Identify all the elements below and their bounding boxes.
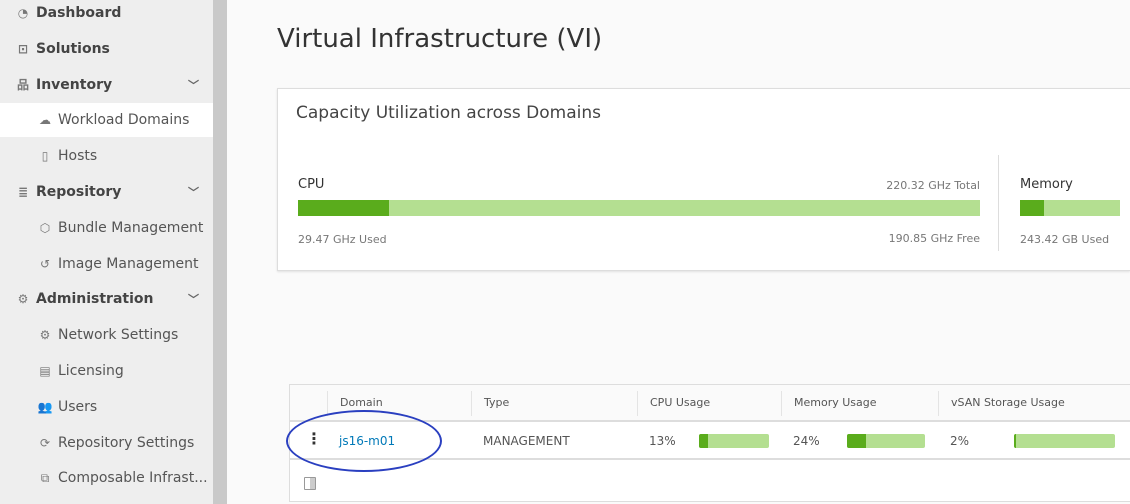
sidebar-item-image-management[interactable]: ↺ Image Management	[0, 247, 213, 281]
column-header-memory[interactable]: Memory Usage	[781, 391, 938, 416]
box-icon: ⬡	[39, 220, 51, 235]
sidebar-item-licensing[interactable]: ▤ Licensing	[0, 354, 213, 388]
solutions-icon: ⊡	[17, 41, 29, 56]
memory-usage-fill	[847, 434, 866, 448]
license-icon: ▤	[39, 364, 51, 378]
network-settings-icon: ⚙	[39, 328, 51, 343]
users-icon: 👥	[37, 399, 53, 414]
sidebar-item-label: Composable Infrast...	[58, 470, 208, 487]
memory-usage-value: 24%	[793, 434, 820, 448]
vsan-usage-bar	[1014, 434, 1115, 448]
chevron-down-icon[interactable]: ﹀	[188, 291, 199, 307]
sidebar-item-repository-settings[interactable]: ⟳ Repository Settings	[0, 426, 213, 460]
memory-capacity-fill	[1020, 200, 1044, 216]
sidebar-item-label: Hosts	[58, 148, 98, 165]
sidebar-item-label: Network Settings	[58, 327, 179, 344]
sidebar-item-label: Solutions	[36, 40, 110, 57]
column-header-vsan[interactable]: vSAN Storage Usage	[938, 391, 1126, 416]
sync-icon: ⟳	[39, 435, 51, 450]
sidebar-item-repository[interactable]: ≣ Repository ﹀	[0, 175, 213, 209]
chevron-down-icon[interactable]: ﹀	[188, 184, 199, 200]
cpu-capacity-fill	[298, 200, 390, 216]
host-icon: ▯	[41, 149, 49, 164]
column-toggle-icon[interactable]	[304, 477, 316, 490]
cpu-used: 29.47 GHz Used	[298, 233, 387, 246]
inventory-icon: 品	[16, 78, 29, 93]
divider	[998, 155, 999, 251]
sidebar-item-administration[interactable]: ⚙ Administration ﹀	[0, 282, 213, 316]
dashboard-icon: ◔	[17, 6, 29, 20]
sidebar-item-hosts[interactable]: ▯ Hosts	[0, 139, 213, 173]
sidebar-item-label: Bundle Management	[58, 219, 204, 236]
cpu-total: 220.32 GHz Total	[886, 179, 980, 192]
sidebar-item-workload-domains[interactable]: ☁ Workload Domains	[0, 103, 213, 138]
column-header-type[interactable]: Type	[471, 391, 637, 416]
memory-capacity-bar	[1020, 200, 1120, 216]
chevron-down-icon[interactable]: ﹀	[188, 77, 199, 93]
capacity-card: Capacity Utilization across Domains CPU …	[277, 88, 1130, 271]
memory-used: 243.42 GB Used	[1020, 233, 1110, 246]
table-header: Domain Type CPU Usage Memory Usage vSAN …	[290, 385, 1130, 422]
capacity-title: Capacity Utilization across Domains	[296, 103, 602, 123]
sidebar-item-label: Repository	[36, 184, 122, 200]
sidebar-item-label: Users	[58, 398, 98, 415]
cpu-capacity-bar	[298, 200, 980, 216]
composable-icon: ⧉	[40, 470, 50, 485]
sidebar: ◔ Dashboard ⊡ Solutions 品 Inventory ﹀ ☁ Workload…	[0, 0, 213, 504]
sidebar-item-label: Repository Settings	[58, 434, 195, 451]
sidebar-item-label: Inventory	[36, 76, 113, 93]
memory-usage-bar	[847, 434, 925, 448]
sidebar-item-inventory[interactable]: 品 Inventory ﹀	[0, 68, 213, 102]
annotation-circle	[286, 410, 442, 472]
sidebar-scrollbar[interactable]	[213, 0, 227, 504]
sidebar-item-label: Dashboard	[36, 5, 122, 21]
vsan-usage-value: 2%	[950, 434, 970, 448]
domain-type: MANAGEMENT	[483, 434, 570, 448]
sidebar-item-label: Workload Domains	[58, 112, 190, 129]
sidebar-item-solutions[interactable]: ⊡ Solutions	[0, 32, 213, 66]
cpu-free: 190.85 GHz Free	[888, 232, 980, 245]
cpu-label: CPU	[298, 177, 325, 192]
sidebar-item-label: Image Management	[58, 255, 199, 272]
sidebar-item-label: Administration	[36, 291, 154, 308]
sidebar-item-bundle-management[interactable]: ⬡ Bundle Management	[0, 211, 213, 245]
cpu-usage-bar	[699, 434, 769, 448]
sidebar-item-composable-infrast[interactable]: ⧉ Composable Infrast...	[0, 461, 213, 495]
memory-label: Memory	[1020, 177, 1073, 192]
cloud-icon: ☁	[39, 113, 51, 128]
page-title: Virtual Infrastructure (VI)	[277, 24, 603, 54]
cpu-usage-fill	[699, 434, 709, 448]
sidebar-item-dashboard[interactable]: ◔ Dashboard	[0, 0, 213, 30]
sidebar-item-network-settings[interactable]: ⚙ Network Settings	[0, 318, 213, 352]
sidebar-item-users[interactable]: 👥 Users	[0, 390, 213, 424]
history-icon: ↺	[39, 256, 51, 271]
database-icon: ≣	[17, 185, 29, 199]
column-header-cpu[interactable]: CPU Usage	[637, 391, 781, 416]
gear-icon: ⚙	[17, 292, 29, 307]
vsan-usage-fill	[1014, 434, 1017, 448]
sidebar-item-label: Licensing	[58, 363, 124, 379]
cpu-usage-value: 13%	[649, 434, 676, 448]
